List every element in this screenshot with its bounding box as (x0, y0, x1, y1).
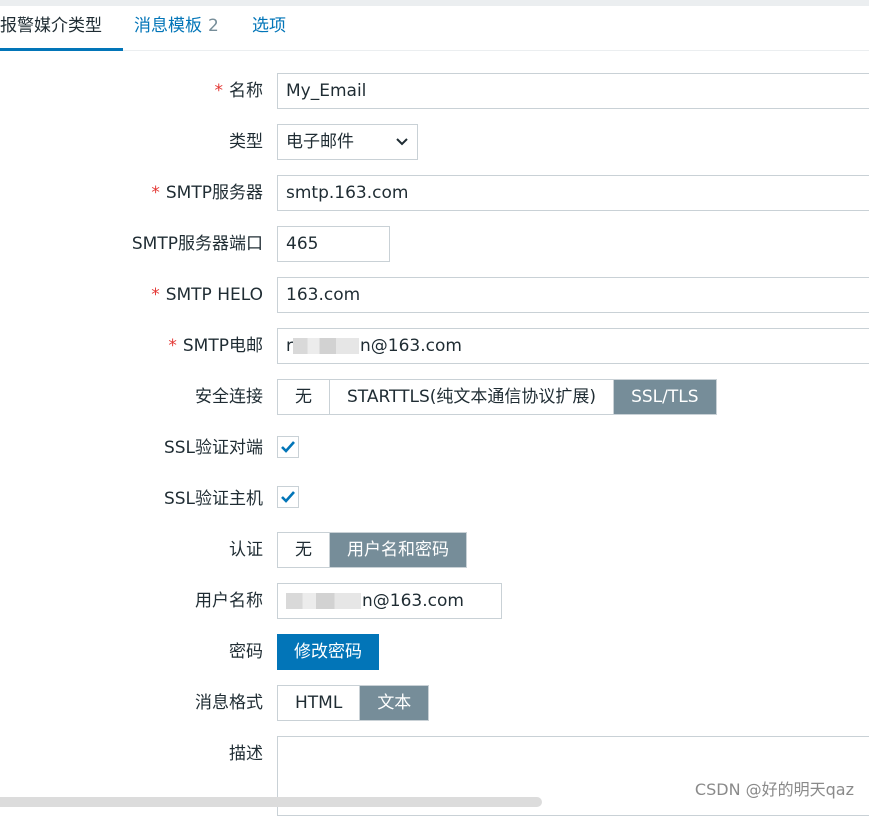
smtp-email-label: * SMTP电邮 (168, 336, 263, 356)
tab-label: 消息模板 (134, 16, 202, 36)
required-mark: * (151, 183, 160, 203)
tab-media-type[interactable]: 报警媒介类型 (0, 6, 123, 51)
ssl-verify-host-checkbox[interactable] (277, 486, 299, 508)
tab-bar: 报警媒介类型 消息模板 2 选项 (0, 6, 869, 51)
tab-label: 选项 (252, 16, 286, 36)
password-label: 密码 (229, 642, 263, 662)
checkmark-icon (281, 441, 295, 453)
security-label: 安全连接 (195, 387, 263, 407)
redacted-text (293, 338, 359, 354)
name-label: * 名称 (214, 81, 264, 101)
smtp-helo-label: * SMTP HELO (151, 285, 263, 305)
required-mark: * (168, 336, 177, 356)
message-format-label: 消息格式 (195, 693, 263, 713)
smtp-server-input[interactable]: smtp.163.com (277, 175, 869, 211)
security-segmented-control: 无 STARTTLS(纯文本通信协议扩展) SSL/TLS (277, 379, 717, 415)
tab-label: 报警媒介类型 (0, 16, 102, 36)
redacted-text (286, 593, 361, 609)
required-mark: * (214, 81, 224, 101)
horizontal-scrollbar[interactable] (0, 797, 542, 807)
auth-label: 认证 (229, 540, 263, 560)
tab-options[interactable]: 选项 (252, 6, 286, 48)
smtp-port-input[interactable]: 465 (277, 226, 390, 262)
name-input[interactable]: My_Email (277, 73, 869, 109)
type-select-value: 电子邮件 (286, 132, 354, 152)
change-password-button[interactable]: 修改密码 (277, 634, 379, 670)
smtp-server-label: * SMTP服务器 (151, 183, 263, 203)
checkmark-icon (281, 491, 295, 503)
message-format-segmented-control: HTML 文本 (277, 685, 430, 721)
type-label: 类型 (229, 132, 263, 152)
required-mark: * (151, 285, 160, 305)
ssl-verify-peer-checkbox[interactable] (277, 436, 299, 458)
security-option-ssl-tls[interactable]: SSL/TLS (614, 380, 716, 414)
smtp-email-input[interactable]: r n@163.com (277, 328, 869, 364)
username-input[interactable]: n@163.com (277, 583, 502, 619)
type-select[interactable]: 电子邮件 (277, 124, 418, 160)
auth-segmented-control: 无 用户名和密码 (277, 532, 467, 568)
smtp-port-label: SMTP服务器端口 (131, 234, 263, 254)
security-option-none[interactable]: 无 (278, 380, 330, 414)
format-option-html[interactable]: HTML (278, 686, 361, 720)
watermark: CSDN @好的明天qaz (694, 780, 854, 799)
chevron-down-icon (395, 125, 409, 171)
security-option-starttls[interactable]: STARTTLS(纯文本通信协议扩展) (330, 380, 615, 414)
username-label: 用户名称 (195, 591, 263, 611)
auth-option-username-password[interactable]: 用户名和密码 (330, 533, 466, 567)
auth-option-none[interactable]: 无 (278, 533, 330, 567)
tab-count-badge: 2 (208, 16, 219, 36)
smtp-helo-input[interactable]: 163.com (277, 277, 869, 313)
ssl-verify-peer-label: SSL验证对端 (163, 438, 263, 458)
tab-message-templates[interactable]: 消息模板 2 (134, 6, 219, 48)
ssl-verify-host-label: SSL验证主机 (163, 489, 263, 509)
description-label: 描述 (229, 744, 263, 764)
format-option-text[interactable]: 文本 (360, 686, 429, 720)
